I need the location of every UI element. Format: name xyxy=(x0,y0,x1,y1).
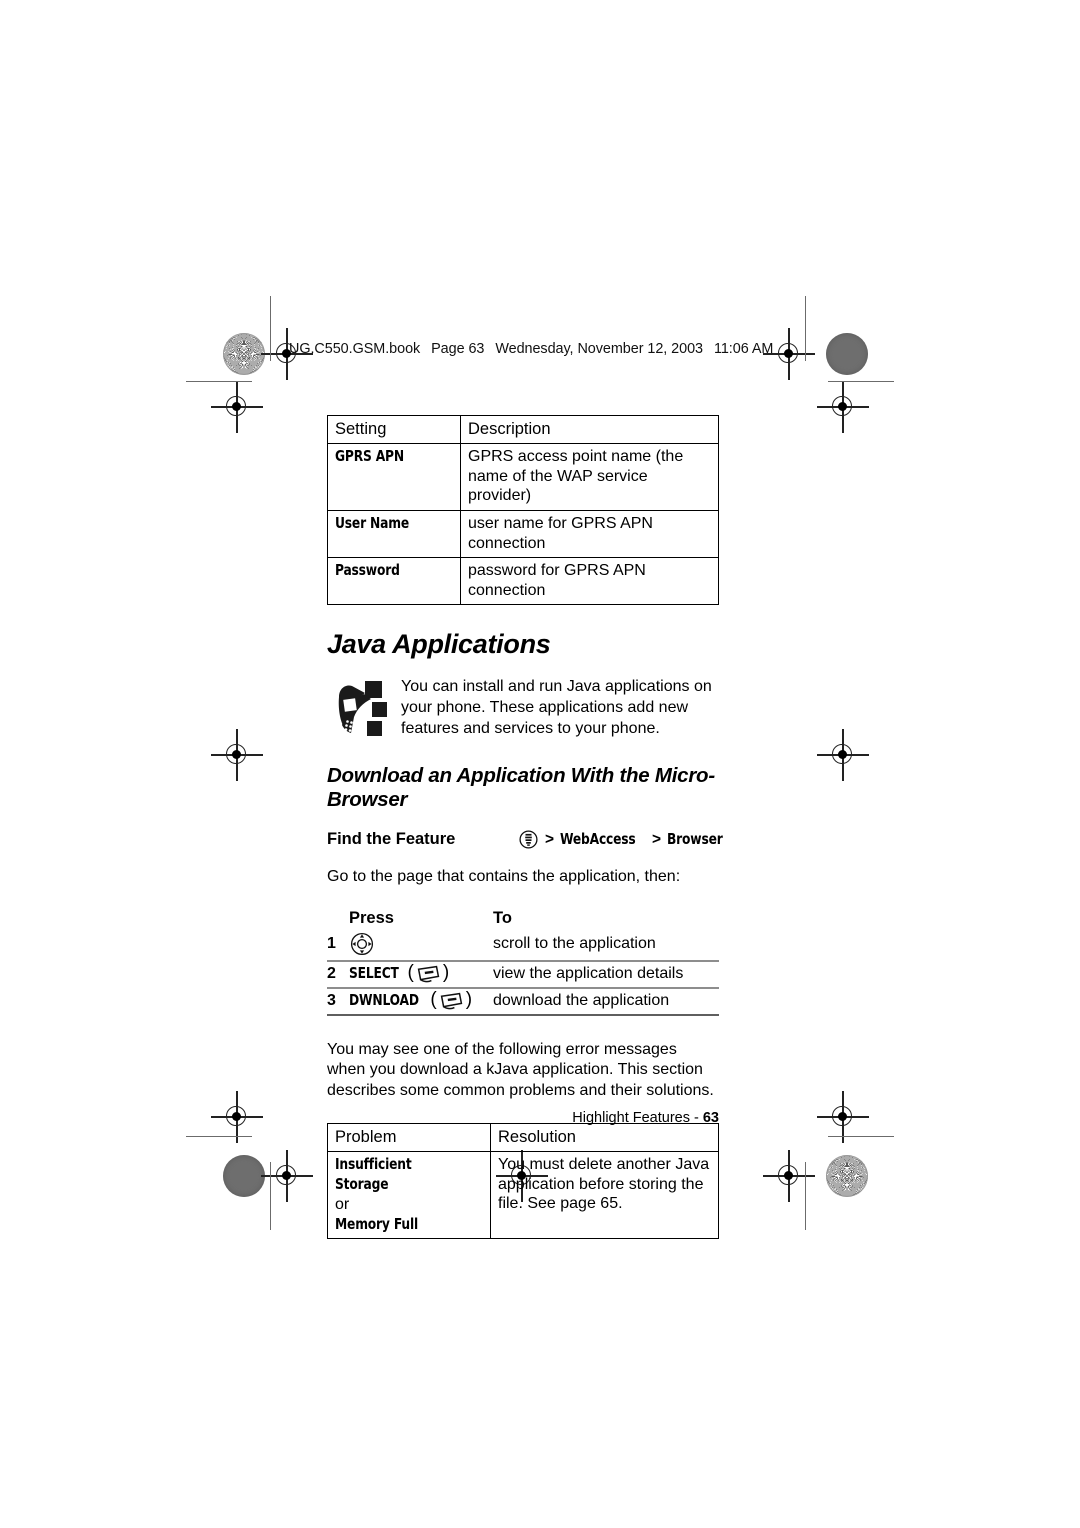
steps-row-2: 2 SELECT ( ) view the application detail… xyxy=(327,959,719,988)
setting-name: GPRS APN xyxy=(335,447,404,466)
registration-starburst-top-left xyxy=(223,333,265,375)
problem-message-2: Memory Full xyxy=(335,1214,418,1233)
table-row: User Name user name for GPRS APN connect… xyxy=(327,509,719,559)
setting-name-cell: GPRS APN xyxy=(327,443,461,511)
section-title: Java Applications xyxy=(327,629,551,660)
footer-label: Highlight Features - xyxy=(572,1110,699,1126)
subsection-title: Download an Application With the Micro-B… xyxy=(327,764,715,812)
problem-message-1: Insufficient Storage xyxy=(335,1155,412,1194)
setting-description-cell: GPRS access point name (the name of the … xyxy=(460,443,719,511)
soft-key-icon xyxy=(439,992,464,1010)
book-day: Wednesday, November 12, 2003 xyxy=(495,341,704,357)
find-the-feature-path: > WebAccess > Browser xyxy=(518,829,730,850)
step-description: download the application xyxy=(493,986,719,1016)
section-intro: You can install and run Java application… xyxy=(327,675,719,743)
settings-table: Setting Description GPRS APN GPRS access… xyxy=(327,414,719,606)
steps-row-1: 1 scroll to the application xyxy=(327,929,719,961)
step-key-cell: SELECT ( ) xyxy=(349,959,493,988)
steps-table: Press To 1 scroll to the application 2 S… xyxy=(327,907,719,1016)
java-phone-icon xyxy=(327,675,401,743)
book-header-line: UG.C550.GSM.book Page 63 Wednesday, Nove… xyxy=(289,341,780,357)
menu-key-icon xyxy=(518,829,539,850)
step-key-cell xyxy=(349,929,493,961)
registration-mark-right-upper xyxy=(817,381,869,433)
registration-mark-right-middle xyxy=(817,729,869,781)
steps-row-3: 3 DWNLOAD ( ) download the application xyxy=(327,986,719,1016)
path-separator-2: > xyxy=(651,830,661,848)
steps-header-spacer xyxy=(327,907,349,929)
trim-line-bottom-left xyxy=(186,1136,252,1138)
step-description: scroll to the application xyxy=(493,934,656,952)
find-the-feature-label: Find the Feature xyxy=(327,830,456,849)
book-page-label: Page 63 xyxy=(431,341,485,357)
paren-close: ) xyxy=(465,989,473,1011)
find-the-feature-row: Find the Feature > WebAccess > Browser xyxy=(327,829,723,850)
trim-line-left-bottom xyxy=(270,1162,272,1230)
path-item-webaccess: WebAccess xyxy=(560,829,636,848)
column-header-description: Description xyxy=(460,414,719,445)
trim-line-bottom-right xyxy=(828,1136,894,1138)
trim-line-top-left xyxy=(186,381,252,383)
step-number: 2 xyxy=(327,959,349,988)
trim-line-top-right xyxy=(828,381,894,383)
paren-close: ) xyxy=(442,962,450,984)
setting-description-cell: user name for GPRS APN connection xyxy=(460,509,719,559)
setting-name: User Name xyxy=(335,514,410,532)
table-row: Insufficient Storage or Memory Full You … xyxy=(327,1151,719,1240)
table-header-row: Problem Resolution xyxy=(327,1122,719,1153)
column-header-to: To xyxy=(493,908,512,927)
registration-mark-bottom-left xyxy=(261,1150,313,1202)
path-separator-1: > xyxy=(545,830,555,848)
steps-header-row: Press To xyxy=(327,907,719,929)
soft-key-label: SELECT xyxy=(349,963,399,982)
page-footer: Highlight Features - 63 xyxy=(327,1110,719,1126)
key-combo: DWNLOAD ( ) xyxy=(349,989,473,1011)
error-intro-text: You may see one of the following error m… xyxy=(327,1040,714,1100)
registration-mark-left-lower xyxy=(211,1091,263,1143)
footer-page-number: 63 xyxy=(702,1110,719,1126)
step-description: view the application details xyxy=(493,959,719,988)
book-time: 11:06 AM xyxy=(713,341,774,357)
column-header-resolution: Resolution xyxy=(490,1122,719,1153)
setting-name: Password xyxy=(335,561,400,580)
navigation-key-icon xyxy=(349,931,493,957)
registration-mark-left-middle xyxy=(211,729,263,781)
setting-name-cell: User Name xyxy=(327,509,461,559)
registration-starburst-bottom-right xyxy=(826,1155,868,1197)
column-header-problem: Problem xyxy=(327,1122,491,1153)
setting-name-cell: Password xyxy=(327,557,461,606)
step-number: 3 xyxy=(327,986,349,1016)
problem-conjunction: or xyxy=(335,1196,350,1214)
resolution-cell: You must delete another Java application… xyxy=(490,1151,719,1240)
book-file-name: UG.C550.GSM.book xyxy=(289,341,421,357)
trim-line-left xyxy=(270,296,272,361)
trim-line-right-bottom xyxy=(805,1162,807,1230)
column-header-press: Press xyxy=(349,908,394,927)
table-row: Password password for GPRS APN connectio… xyxy=(327,557,719,606)
column-header-setting: Setting xyxy=(327,414,461,445)
soft-key-icon xyxy=(416,965,441,983)
trim-line-right xyxy=(805,296,807,361)
registration-graypatch-top-right xyxy=(826,333,868,375)
section-intro-text: You can install and run Java application… xyxy=(401,678,712,737)
soft-key-label: DWNLOAD xyxy=(349,990,419,1009)
problem-table: Problem Resolution Insufficient Storage … xyxy=(327,1122,719,1240)
registration-mark-left-upper xyxy=(211,381,263,433)
key-combo: SELECT ( ) xyxy=(349,962,450,984)
registration-mark-right-lower xyxy=(817,1091,869,1143)
step-key-cell: DWNLOAD ( ) xyxy=(349,986,493,1016)
setting-description-cell: password for GPRS APN connection xyxy=(460,557,719,606)
problem-cell: Insufficient Storage or Memory Full xyxy=(327,1151,491,1240)
registration-graypatch-bottom-left xyxy=(223,1155,265,1197)
paren-open: ( xyxy=(407,962,414,984)
path-item-browser: Browser xyxy=(667,829,723,848)
paren-open: ( xyxy=(430,989,437,1011)
table-row: GPRS APN GPRS access point name (the nam… xyxy=(327,443,719,511)
step-number: 1 xyxy=(327,934,336,952)
registration-mark-bottom-right xyxy=(763,1150,815,1202)
table-header-row: Setting Description xyxy=(327,414,719,445)
steps-lead-in: Go to the page that contains the applica… xyxy=(327,868,681,886)
